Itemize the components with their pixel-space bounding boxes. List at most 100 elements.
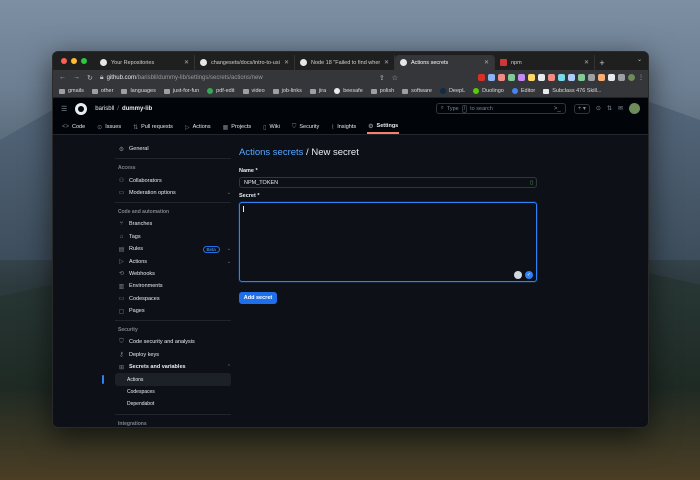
- zoom-window-button[interactable]: [81, 58, 87, 64]
- tab-projects[interactable]: ▦ Projects: [222, 120, 253, 134]
- browser-tab-npm[interactable]: npm ✕: [495, 55, 595, 70]
- bookmark-folder[interactable]: software: [402, 88, 432, 94]
- extension-icon[interactable]: [558, 74, 565, 81]
- repo-owner-link[interactable]: barisbll: [95, 106, 114, 112]
- close-window-button[interactable]: [61, 58, 67, 64]
- extension-icon[interactable]: [488, 74, 495, 81]
- sidebar-subitem-actions[interactable]: Actions: [102, 373, 231, 386]
- forward-arrow-icon[interactable]: →: [73, 74, 80, 81]
- tab-issues[interactable]: ⊙ Issues: [96, 120, 122, 134]
- bookmark-folder[interactable]: jira: [309, 88, 326, 94]
- bookmark-link[interactable]: beesafe: [334, 88, 363, 94]
- search-input[interactable]: ⌕ Type / to search >_: [435, 103, 566, 114]
- sidebar-item-secrets[interactable]: ⊞ Secrets and variables ⌃: [115, 361, 231, 373]
- back-arrow-icon[interactable]: ←: [59, 74, 66, 81]
- bookmark-link[interactable]: pdf-edit: [207, 88, 235, 94]
- extension-icon[interactable]: [568, 74, 575, 81]
- extension-icon[interactable]: [588, 74, 595, 81]
- bookmark-folder[interactable]: other: [91, 88, 113, 94]
- inbox-icon[interactable]: ✉: [618, 105, 623, 112]
- minimize-window-button[interactable]: [71, 58, 77, 64]
- browser-tab-repositories[interactable]: Your Repositories ✕: [95, 55, 195, 70]
- sidebar-panel-icon[interactable]: [618, 74, 625, 81]
- bookmark-folder[interactable]: languages: [121, 88, 156, 94]
- tab-settings[interactable]: ⚙ Settings: [367, 120, 400, 134]
- user-avatar[interactable]: [629, 103, 640, 114]
- tab-pull-requests[interactable]: ⇅ Pull requests: [132, 120, 174, 134]
- sidebar-item-branches[interactable]: ⑂ Branches: [115, 218, 231, 230]
- extension-icon[interactable]: [538, 74, 545, 81]
- bookmark-folder[interactable]: job-links: [272, 88, 302, 94]
- sidebar-subitem-dependabot[interactable]: Dependabot: [115, 398, 231, 410]
- sidebar-item-actions[interactable]: ▷ Actions ⌄: [115, 255, 231, 267]
- sidebar-item-code-security[interactable]: ⛉ Code security and analysis: [115, 336, 231, 348]
- sidebar-item-deploy-keys[interactable]: ⚷ Deploy keys: [115, 349, 231, 361]
- bookmark-link[interactable]: DeepL: [439, 88, 465, 94]
- create-new-button[interactable]: + ▾: [573, 103, 590, 114]
- sidebar-item-general[interactable]: ⚙ General: [115, 143, 231, 155]
- new-tab-button[interactable]: +: [595, 55, 609, 70]
- extension-abp-icon[interactable]: [478, 74, 485, 81]
- sidebar-item-tags[interactable]: ⌂ Tags: [115, 231, 231, 243]
- extension-icon[interactable]: [548, 74, 555, 81]
- profile-avatar[interactable]: [628, 74, 635, 81]
- extension-icon[interactable]: [498, 74, 505, 81]
- secret-name-field[interactable]: NPM_TOKEN ▯: [239, 177, 537, 188]
- grammarly-icon[interactable]: [514, 271, 522, 279]
- bookmark-label: polish: [379, 88, 395, 94]
- password-manager-icon[interactable]: ▯: [530, 180, 533, 186]
- bookmark-link[interactable]: Duolingo: [473, 88, 504, 94]
- bookmark-folder[interactable]: polish: [370, 88, 395, 94]
- extension-icon[interactable]: [578, 74, 585, 81]
- sidebar-item-label: Code security and analysis: [129, 339, 195, 346]
- issues-icon[interactable]: ⊙: [596, 105, 601, 112]
- sidebar-item-codespaces[interactable]: ▭ Codespaces: [115, 293, 231, 305]
- sidebar-subitem-codespaces[interactable]: Codespaces: [115, 386, 231, 398]
- bookmark-folder[interactable]: video: [242, 88, 265, 94]
- browser-tab-actions-secrets[interactable]: Actions secrets ✕: [395, 55, 495, 70]
- checkmark-icon[interactable]: ✓: [525, 271, 533, 279]
- sidebar-item-webhooks[interactable]: ⟲ Webhooks: [115, 268, 231, 280]
- tab-insights[interactable]: ⌇ Insights: [330, 120, 357, 134]
- tab-actions[interactable]: ▷ Actions: [184, 120, 212, 134]
- close-tab-icon[interactable]: ✕: [584, 59, 589, 66]
- bookmark-link[interactable]: Editor: [511, 88, 535, 94]
- reload-icon[interactable]: ↻: [87, 74, 93, 82]
- github-logo-icon[interactable]: [75, 102, 88, 115]
- address-bar[interactable]: 🔒︎ github.com/barisbll/dummy-lib/setting…: [100, 74, 332, 82]
- repo-name-link[interactable]: dummy-lib: [122, 106, 152, 112]
- close-tab-icon[interactable]: ✕: [484, 59, 489, 66]
- bookmark-star-icon[interactable]: ☆: [392, 74, 398, 82]
- extension-icon[interactable]: [508, 74, 515, 81]
- sidebar-item-environments[interactable]: ▥ Environments: [115, 280, 231, 292]
- sidebar-item-moderation[interactable]: ▭ Moderation options ⌄: [115, 187, 231, 199]
- extensions-puzzle-icon[interactable]: [608, 74, 615, 81]
- browser-tab-node18[interactable]: Node 18 "Failed to find where ✕: [295, 55, 395, 70]
- bookmark-link[interactable]: Subclass 476 Skill...: [543, 88, 601, 94]
- extension-icon[interactable]: [528, 74, 535, 81]
- sidebar-item-pages[interactable]: ▢ Pages: [115, 305, 231, 317]
- extension-icon[interactable]: [518, 74, 525, 81]
- bookmark-folder[interactable]: gmails: [59, 88, 84, 94]
- hamburger-menu-icon[interactable]: ☰: [61, 105, 67, 113]
- tab-search-chevron-icon[interactable]: ⌄: [637, 56, 642, 63]
- close-tab-icon[interactable]: ✕: [284, 59, 289, 66]
- npm-icon: [500, 59, 507, 66]
- bookmark-folder[interactable]: just-for-fun: [163, 88, 199, 94]
- close-tab-icon[interactable]: ✕: [384, 59, 389, 66]
- actions-secrets-link[interactable]: Actions secrets: [239, 147, 303, 158]
- browser-menu-icon[interactable]: ⋮: [638, 74, 644, 81]
- pull-requests-icon[interactable]: ⇅: [607, 105, 612, 112]
- close-tab-icon[interactable]: ✕: [184, 59, 189, 66]
- share-icon[interactable]: ⇪: [379, 74, 385, 82]
- sidebar-item-rules[interactable]: ▤ Rules Beta ⌄: [115, 243, 231, 255]
- tab-security[interactable]: ⛉ Security: [291, 120, 320, 134]
- browser-tab-changesets[interactable]: changesets/docs/intro-to-usi ✕: [195, 55, 295, 70]
- secret-value-textarea[interactable]: ✓: [239, 202, 537, 282]
- sidebar-item-collaborators[interactable]: ⚇ Collaborators: [115, 174, 231, 186]
- extension-icon[interactable]: [598, 74, 605, 81]
- tab-wiki[interactable]: ▯ Wiki: [262, 120, 281, 134]
- command-palette-icon[interactable]: >_: [554, 106, 561, 112]
- add-secret-button[interactable]: Add secret: [239, 292, 277, 304]
- tab-code[interactable]: <> Code: [61, 120, 86, 134]
